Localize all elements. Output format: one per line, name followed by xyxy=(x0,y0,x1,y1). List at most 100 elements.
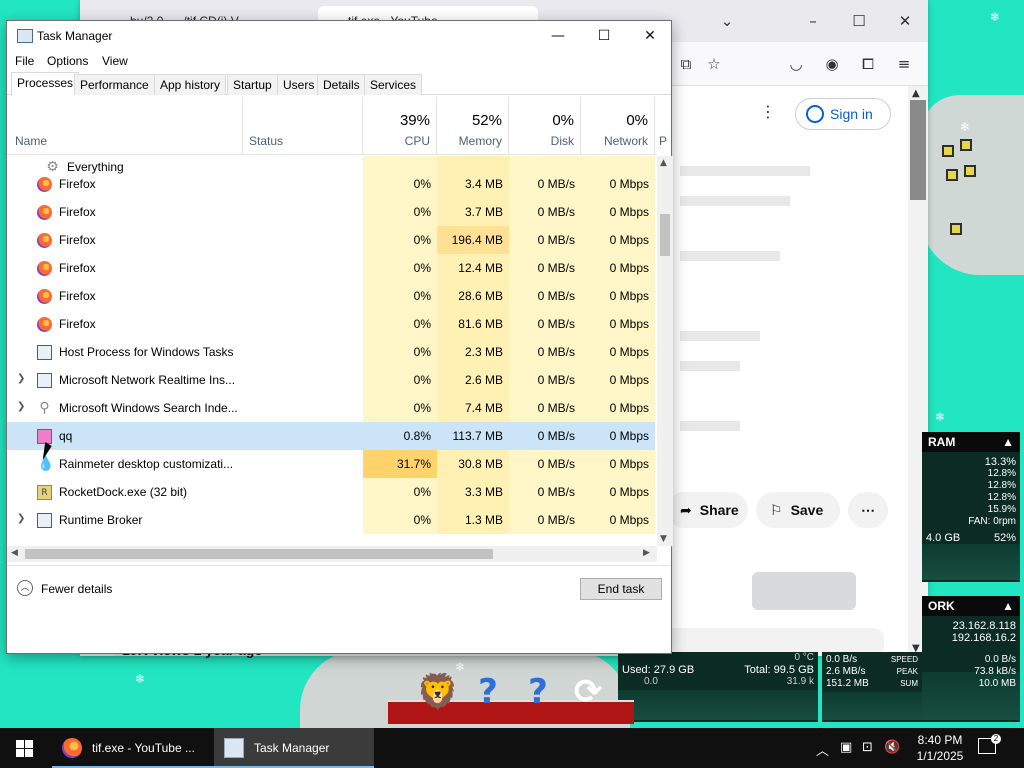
task-manager-window: Task Manager — ☐ ✕ File Options View Pro… xyxy=(6,20,673,654)
title-bar[interactable]: Task Manager — ☐ ✕ xyxy=(7,21,671,51)
save-button[interactable]: ⚐ Save xyxy=(756,492,840,528)
process-disk: 0 MB/s xyxy=(537,233,575,247)
more-actions-button[interactable]: ⋯ xyxy=(848,492,888,528)
disk-total: Total: 99.5 GB xyxy=(744,664,814,676)
process-row[interactable]: Firefox 0% 3.7 MB 0 MB/s 0 Mbps xyxy=(7,198,657,226)
taskbar-app-firefox[interactable]: tif.exe - YouTube ... xyxy=(52,728,222,768)
tab-processes[interactable]: Processes xyxy=(11,72,80,96)
volume-muted-icon[interactable]: 🔇 xyxy=(884,740,900,755)
process-cpu: 0% xyxy=(413,513,431,527)
column-name[interactable]: Name xyxy=(7,97,243,155)
process-disk: 0 MB/s xyxy=(537,177,575,191)
menu-icon[interactable]: ≡ xyxy=(894,54,914,74)
process-cpu: 0% xyxy=(413,401,431,415)
expand-chevron-icon[interactable]: ❯ xyxy=(17,513,25,524)
column-cpu[interactable]: 39% CPU xyxy=(363,97,437,155)
process-row[interactable]: Host Process for Windows Tasks 0% 2.3 MB 0 … xyxy=(7,338,657,366)
scroll-right-icon[interactable]: ▶ xyxy=(643,548,650,558)
menu-options[interactable]: Options xyxy=(47,54,88,68)
fewer-details-button[interactable]: Fewer details xyxy=(41,582,112,596)
close-button[interactable]: ✕ xyxy=(627,21,673,51)
brave-icon[interactable]: 🦁 xyxy=(416,670,460,714)
task-manager-icon xyxy=(17,29,33,43)
process-disk: 0 MB/s xyxy=(537,429,575,443)
tab-startup[interactable]: Startup xyxy=(227,74,278,95)
video-thumbnail[interactable] xyxy=(752,572,856,610)
process-row[interactable]: 💧 Rainmeter desktop customizati... 31.7% 30… xyxy=(7,450,657,478)
chevron-down-icon[interactable]: ⌄ xyxy=(704,0,750,42)
net-peak-label: PEAK xyxy=(896,667,918,676)
tab-details[interactable]: Details xyxy=(317,74,366,95)
ram-line: FAN: 0rpm xyxy=(968,516,1016,527)
close-icon[interactable]: ✕ xyxy=(882,0,928,42)
process-row[interactable]: Firefox 0% 28.6 MB 0 MB/s 0 Mbps xyxy=(7,282,657,310)
sign-in-button[interactable]: Sign in xyxy=(795,98,891,130)
process-network: 0 Mbps xyxy=(609,513,649,527)
ram-graph xyxy=(922,544,1020,580)
column-status-label: Status xyxy=(249,134,284,148)
net-speed-up: 0.0 B/s xyxy=(984,654,1016,665)
menu-view[interactable]: View xyxy=(102,54,128,68)
process-row[interactable]: ❯ Runtime Broker 0% 1.3 MB 0 MB/s 0 Mbps xyxy=(7,506,657,534)
extensions-icon[interactable]: ⧠ xyxy=(858,54,878,74)
bookmark-star-icon[interactable]: ☆ xyxy=(704,54,724,74)
expand-chevron-icon[interactable]: ❯ xyxy=(17,373,25,384)
process-disk: 0 MB/s xyxy=(537,373,575,387)
show-hidden-icons-icon[interactable]: ︿ xyxy=(816,740,829,759)
tab-users[interactable]: Users xyxy=(277,74,321,95)
tab-services[interactable]: Services xyxy=(364,74,423,95)
menu-file[interactable]: File xyxy=(15,54,34,68)
process-row[interactable]: ❯ Microsoft Network Realtime Ins... 0% 2.6 … xyxy=(7,366,657,394)
process-row[interactable]: qq 0.8% 113.7 MB 0 MB/s 0 Mbps xyxy=(7,422,657,450)
unknown-app-icon[interactable]: ? xyxy=(516,670,560,714)
tab-app-history[interactable]: App history xyxy=(154,74,227,95)
process-memory: 28.6 MB xyxy=(458,289,503,303)
process-cpu: 0% xyxy=(413,317,431,331)
minimize-button[interactable]: — xyxy=(535,21,581,51)
tab-performance[interactable]: Performance xyxy=(74,74,155,95)
account-icon[interactable]: ◉ xyxy=(822,54,842,74)
process-row[interactable]: Firefox 0% 3.4 MB 0 MB/s 0 Mbps xyxy=(7,170,657,198)
chevron-up-icon[interactable]: ︿ xyxy=(17,580,33,596)
network-widget-header: ORK ▲ xyxy=(922,596,1020,616)
column-status[interactable]: Status xyxy=(243,97,363,155)
network-icon[interactable]: ⊡ xyxy=(862,740,873,755)
process-list-scrollbar[interactable]: ▲ ▼ xyxy=(657,156,673,546)
picture-in-picture-icon[interactable]: ⧉ xyxy=(676,54,696,74)
taskbar-app-task-manager[interactable]: Task Manager xyxy=(214,728,374,768)
scroll-down-icon[interactable]: ▼ xyxy=(660,534,667,544)
disk-read: 0.0 xyxy=(644,676,658,687)
pocket-icon[interactable]: ◡ xyxy=(786,54,806,74)
scroll-up-icon[interactable]: ▲ xyxy=(912,88,920,99)
column-disk[interactable]: 0% Disk xyxy=(509,97,581,155)
scroll-thumb[interactable] xyxy=(25,549,493,559)
notification-badge: 2 xyxy=(991,734,1001,744)
process-row[interactable]: Firefox 0% 12.4 MB 0 MB/s 0 Mbps xyxy=(7,254,657,282)
process-row[interactable]: R RocketDock.exe (32 bit) 0% 3.3 MB 0 MB/s 0 … xyxy=(7,478,657,506)
expand-chevron-icon[interactable]: ❯ xyxy=(17,401,25,412)
minimize-icon[interactable]: – xyxy=(790,0,836,42)
maximize-icon[interactable]: ☐ xyxy=(836,0,882,42)
scroll-thumb[interactable] xyxy=(910,100,926,200)
scroll-up-icon[interactable]: ▲ xyxy=(660,158,667,168)
storage-icon[interactable]: ▣ xyxy=(840,740,852,755)
process-disk: 0 MB/s xyxy=(537,457,575,471)
horizontal-scrollbar[interactable]: ◀ ▶ xyxy=(7,546,657,562)
more-options-icon[interactable]: ⋮ xyxy=(760,102,776,121)
process-row[interactable]: Firefox 0% 81.6 MB 0 MB/s 0 Mbps xyxy=(7,310,657,338)
column-memory[interactable]: 52% Memory xyxy=(437,97,509,155)
scroll-thumb[interactable] xyxy=(660,214,670,256)
process-row[interactable]: Firefox 0% 196.4 MB 0 MB/s 0 Mbps xyxy=(7,226,657,254)
process-row[interactable]: ❯ ⚲ Microsoft Windows Search Inde... 0% 7.4 … xyxy=(7,394,657,422)
process-memory: 12.4 MB xyxy=(458,261,503,275)
refresh-icon[interactable]: ⟳ xyxy=(566,670,610,714)
start-button[interactable] xyxy=(0,728,48,768)
maximize-button[interactable]: ☐ xyxy=(581,21,627,51)
end-task-button[interactable]: End task xyxy=(580,578,662,600)
clock[interactable]: 8:40 PM 1/1/2025 xyxy=(910,732,970,764)
unknown-app-icon[interactable]: ? xyxy=(466,670,510,714)
scroll-left-icon[interactable]: ◀ xyxy=(11,548,18,558)
column-network[interactable]: 0% Network xyxy=(581,97,655,155)
share-button[interactable]: ➦ Share xyxy=(666,492,748,528)
rocketdock-icon: R xyxy=(37,485,52,500)
